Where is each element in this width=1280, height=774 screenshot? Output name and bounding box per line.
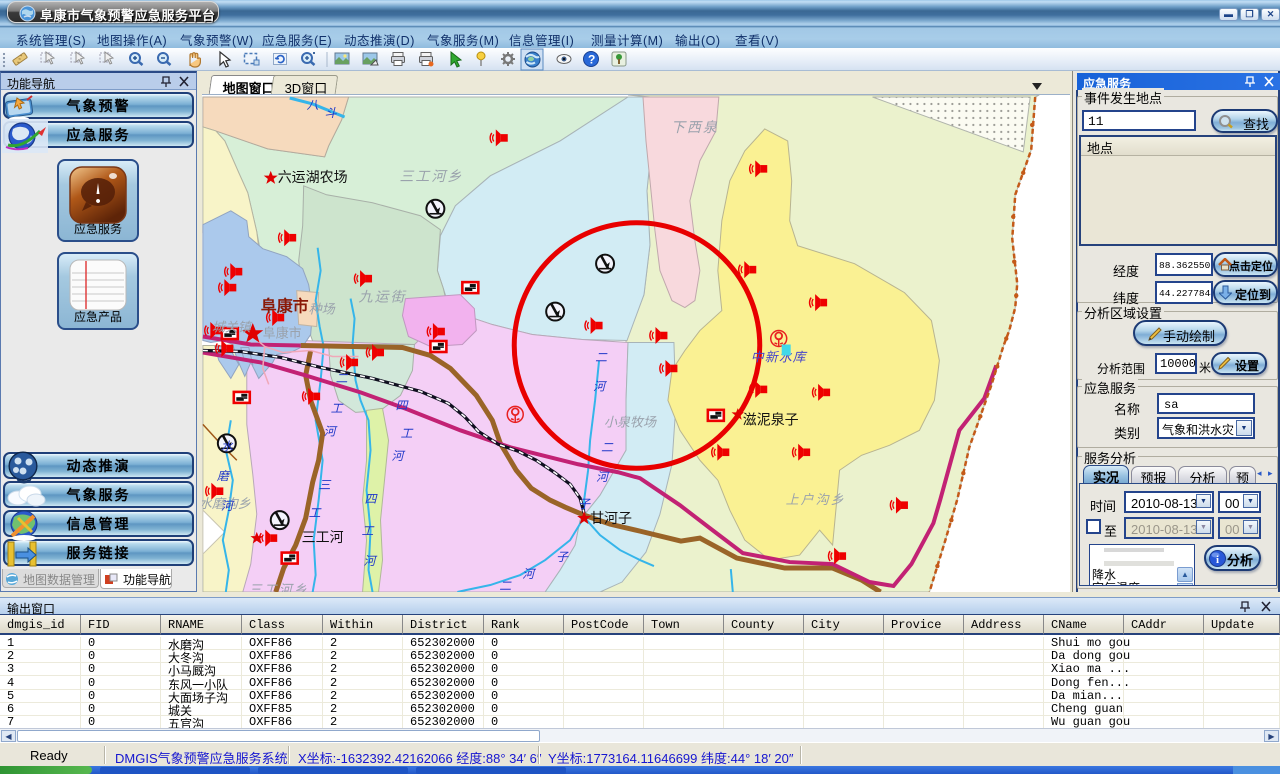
svg-text:种场: 种场 bbox=[309, 302, 336, 317]
svg-text:?: ? bbox=[588, 53, 595, 67]
svg-text:三: 三 bbox=[319, 478, 332, 492]
svg-text:工: 工 bbox=[309, 506, 322, 520]
svg-text:子: 子 bbox=[578, 497, 591, 511]
svg-text:二: 二 bbox=[336, 371, 349, 385]
svg-text:滋泥泉子: 滋泥泉子 bbox=[743, 411, 799, 427]
svg-text:子: 子 bbox=[556, 550, 569, 564]
svg-text:三工河: 三工河 bbox=[302, 529, 344, 545]
svg-text:河: 河 bbox=[391, 449, 405, 463]
svg-text:小泉牧场: 小泉牧场 bbox=[604, 414, 657, 429]
svg-text:工: 工 bbox=[362, 524, 375, 538]
svg-text:二: 二 bbox=[499, 579, 512, 592]
svg-text:斗: 斗 bbox=[325, 106, 338, 120]
svg-text:河: 河 bbox=[596, 470, 610, 484]
svg-text:下西泉: 下西泉 bbox=[671, 119, 719, 135]
svg-text:甘河子: 甘河子 bbox=[590, 510, 632, 526]
svg-text:水: 水 bbox=[221, 439, 234, 453]
svg-text:三工河乡: 三工河乡 bbox=[249, 582, 309, 592]
svg-text:阜康市: 阜康市 bbox=[261, 297, 309, 316]
svg-text:九运街: 九运街 bbox=[359, 289, 407, 305]
svg-text:工: 工 bbox=[400, 426, 413, 440]
svg-text:河: 河 bbox=[593, 379, 607, 393]
svg-text:河: 河 bbox=[221, 499, 235, 513]
svg-text:八: 八 bbox=[307, 98, 319, 112]
svg-text:中新水库: 中新水库 bbox=[751, 349, 808, 364]
svg-text:四: 四 bbox=[365, 492, 379, 506]
svg-text:上户沟乡: 上户沟乡 bbox=[786, 492, 846, 507]
svg-text:河: 河 bbox=[522, 567, 536, 581]
svg-text:i: i bbox=[1216, 554, 1219, 566]
svg-text:三工河乡: 三工河乡 bbox=[399, 168, 463, 184]
svg-text:河: 河 bbox=[364, 554, 378, 568]
svg-text:阜康市: 阜康市 bbox=[263, 326, 302, 341]
svg-text:四: 四 bbox=[395, 398, 409, 412]
svg-text:二: 二 bbox=[595, 350, 608, 364]
svg-text:城关镇: 城关镇 bbox=[212, 320, 253, 335]
svg-text:河: 河 bbox=[324, 424, 338, 438]
svg-text:二: 二 bbox=[601, 440, 614, 454]
svg-text:六运湖农场: 六运湖农场 bbox=[278, 169, 348, 185]
svg-text:工: 工 bbox=[331, 401, 344, 415]
svg-text:磨: 磨 bbox=[217, 469, 231, 483]
